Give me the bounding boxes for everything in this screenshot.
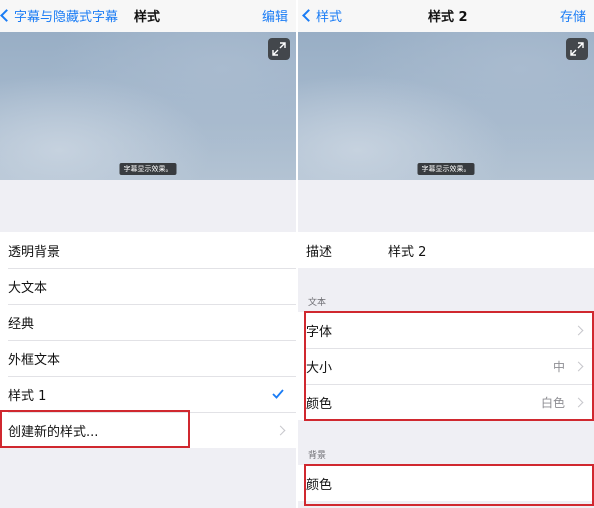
left-panel: 字幕与隐藏式字幕 样式 编辑 字幕显示效果。 透明背景 大文本 经典 外框文本 … <box>0 0 296 508</box>
chevron-left-icon <box>0 9 13 22</box>
style-item-label: 样式 1 <box>8 388 47 404</box>
expand-button[interactable] <box>566 38 588 60</box>
back-label: 样式 <box>316 10 343 25</box>
text-section-header: 文本 <box>308 298 327 308</box>
style-item-label: 外框文本 <box>8 352 61 368</box>
description-group: 描述 样式 2 <box>298 232 594 268</box>
style-item-large-text[interactable]: 大文本 <box>0 268 296 304</box>
right-panel: 样式 样式 2 存储 字幕显示效果。 描述 样式 2 文本 字体 大小 中 颜色 <box>298 0 594 508</box>
back-button[interactable]: 字幕与隐藏式字幕 <box>0 6 118 25</box>
caption-sample: 字幕显示效果。 <box>119 163 177 175</box>
edit-button[interactable]: 编辑 <box>262 6 288 25</box>
style-item-label: 经典 <box>8 316 35 332</box>
chevron-right-icon <box>275 425 286 435</box>
highlight-box-background <box>304 464 594 506</box>
highlight-box-text-settings <box>304 311 594 421</box>
left-navbar: 字幕与隐藏式字幕 样式 编辑 <box>0 0 296 32</box>
back-label: 字幕与隐藏式字幕 <box>14 10 119 25</box>
background-section-header: 背景 <box>308 451 327 461</box>
expand-icon <box>570 42 584 56</box>
chevron-left-icon <box>302 9 315 22</box>
right-navbar: 样式 样式 2 存储 <box>298 0 594 32</box>
style-item-outline-text[interactable]: 外框文本 <box>0 340 296 376</box>
style-item-label: 透明背景 <box>8 244 61 260</box>
style-item-transparent[interactable]: 透明背景 <box>0 232 296 268</box>
description-label: 描述 <box>306 244 333 260</box>
caption-preview: 字幕显示效果。 <box>298 32 594 180</box>
style-item-style-1[interactable]: 样式 1 <box>0 376 296 412</box>
expand-icon <box>272 42 286 56</box>
highlight-box <box>0 410 190 448</box>
back-button[interactable]: 样式 <box>302 6 342 25</box>
description-row[interactable]: 描述 样式 2 <box>298 232 594 268</box>
page-title: 样式 2 <box>428 10 468 25</box>
expand-button[interactable] <box>268 38 290 60</box>
style-item-classic[interactable]: 经典 <box>0 304 296 340</box>
caption-preview: 字幕显示效果。 <box>0 32 296 180</box>
caption-sample: 字幕显示效果。 <box>417 163 475 175</box>
description-value: 样式 2 <box>388 244 427 260</box>
style-item-label: 大文本 <box>8 280 48 296</box>
save-button[interactable]: 存储 <box>560 6 586 25</box>
checkmark-icon <box>272 389 284 399</box>
page-title: 样式 <box>134 10 161 25</box>
